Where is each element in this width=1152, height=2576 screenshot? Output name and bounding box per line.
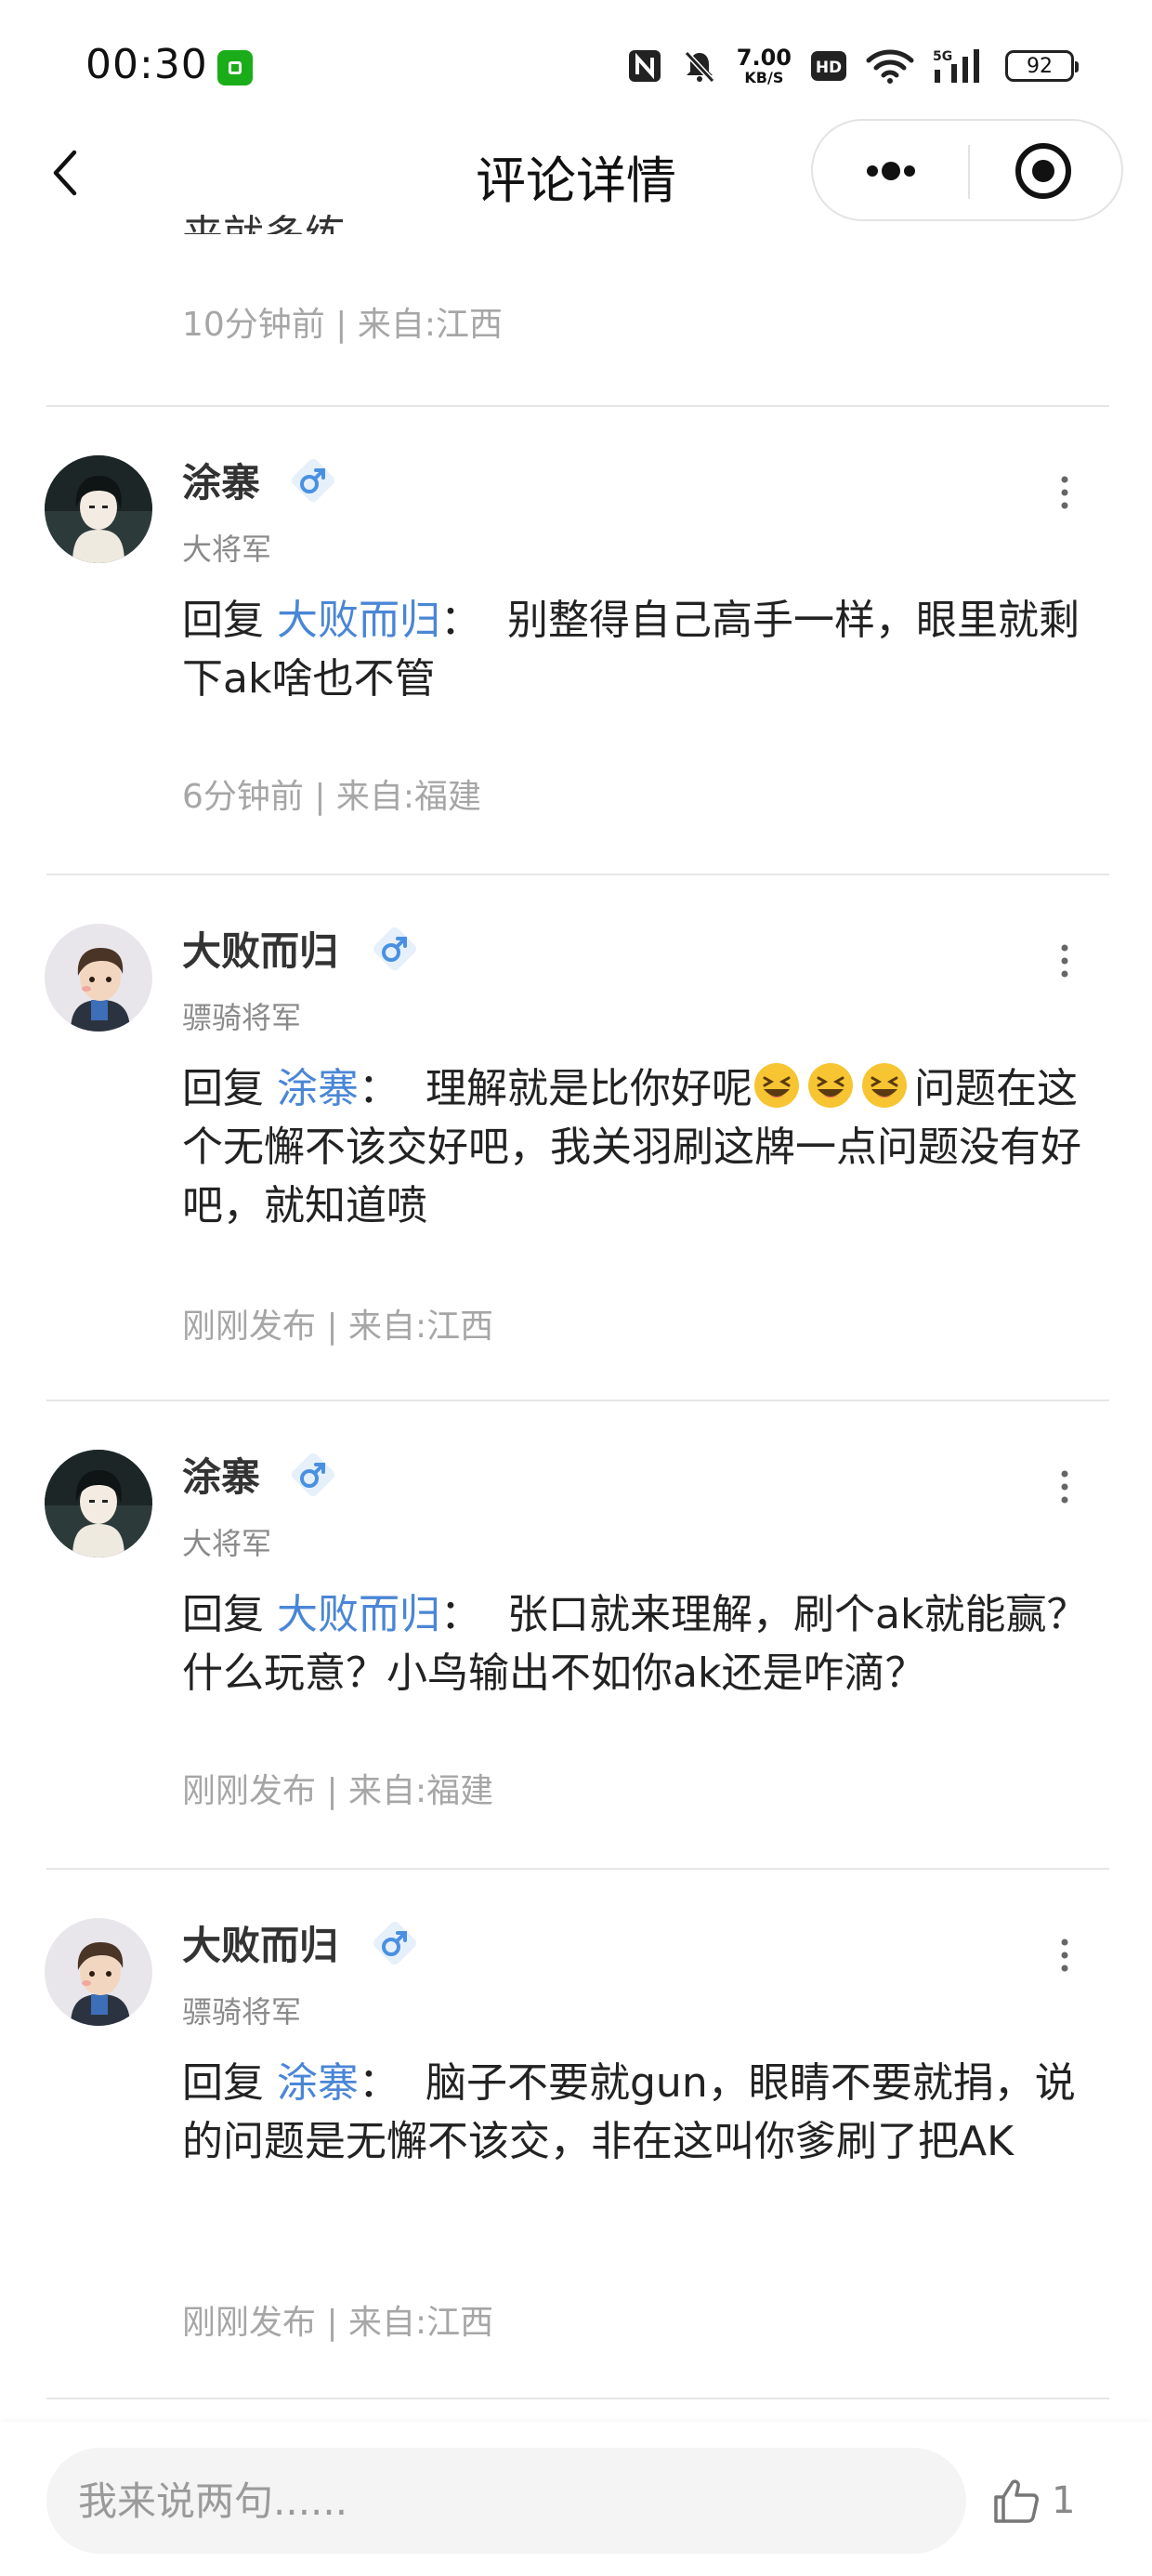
comment-text-partial: 来就多练 bbox=[182, 208, 346, 234]
male-gender-icon bbox=[292, 1453, 334, 1496]
avatar[interactable] bbox=[45, 1450, 152, 1557]
thumbs-up-icon bbox=[994, 2479, 1039, 2523]
comment-meta: 刚刚发布 | 来自:福建 bbox=[182, 1772, 494, 1810]
comment-body: 回复 大败而归： 别整得自己高手一样，眼里就剩下ak啥也不管 bbox=[182, 591, 1102, 708]
mute-bell-icon bbox=[684, 50, 714, 84]
comment-meta: 10分钟前 | 来自:江西 bbox=[182, 306, 503, 344]
comment-meta: 刚刚发布 | 来自:江西 bbox=[182, 1308, 494, 1346]
comment-input[interactable] bbox=[46, 2448, 966, 2554]
user-rank-title: 骠骑将军 bbox=[182, 1000, 302, 1035]
status-icons: 7.00 KB/S HD 5G 92 bbox=[627, 43, 1079, 89]
reply-prefix: 回复 bbox=[182, 597, 264, 644]
status-bar: 00:30 7.00 KB/S HD 5G 92 bbox=[0, 0, 1152, 130]
reply-separator: ： bbox=[359, 1065, 399, 1112]
more-dots-icon bbox=[867, 162, 915, 180]
comment-meta: 6分钟前 | 来自:福建 bbox=[182, 778, 482, 816]
comment-item: 大败而归 骠骑将军 回复 涂寨： 脑子不要就gun，眼睛不要就捐，说的问题是无懈不… bbox=[0, 1870, 1152, 2396]
user-rank-title: 大将军 bbox=[182, 532, 272, 567]
male-gender-icon bbox=[373, 1922, 416, 1965]
like-button[interactable]: 1 bbox=[990, 2468, 1130, 2533]
laughing-emoji-icon bbox=[808, 1063, 853, 1108]
more-options-button[interactable] bbox=[826, 134, 956, 208]
reply-prefix: 回复 bbox=[182, 1591, 264, 1638]
comment-item: 大败而归 骠骑将军 回复 涂寨： 理解就是比你好呢 问题在这个无懈不该交好吧，我关羽… bbox=[0, 875, 1152, 1400]
username[interactable]: 涂寨 bbox=[182, 1446, 260, 1503]
laughing-emoji-icon bbox=[754, 1063, 799, 1108]
battery-indicator: 92 bbox=[1005, 50, 1079, 82]
hd-icon: HD bbox=[811, 51, 846, 81]
mention-link[interactable]: 涂寨 bbox=[277, 1065, 359, 1112]
vertical-dots-icon bbox=[1061, 944, 1068, 978]
comment-list: 来就多练 10分钟前 | 来自:江西 涂寨 大将军 bbox=[0, 212, 1152, 2425]
comment-meta: 刚刚发布 | 来自:江西 bbox=[182, 2304, 494, 2342]
miniapp-capsule bbox=[811, 119, 1123, 221]
username[interactable]: 大败而归 bbox=[182, 1914, 338, 1971]
username[interactable]: 大败而归 bbox=[182, 920, 338, 977]
comment-more-button[interactable] bbox=[1046, 1459, 1083, 1515]
comment-item: 涂寨 大将军 回复 大败而归： 别整得自己高手一样，眼里就剩下ak啥也不管 6分钟… bbox=[0, 407, 1152, 872]
avatar[interactable] bbox=[45, 924, 152, 1032]
capsule-divider bbox=[968, 145, 970, 199]
comment-item: 涂寨 大将军 回复 大败而归： 张口就来理解，刷个ak就能赢？什么玩意？小鸟输出不… bbox=[0, 1401, 1152, 1866]
vertical-dots-icon bbox=[1061, 1470, 1068, 1504]
battery-level: 92 bbox=[1027, 54, 1053, 78]
vertical-dots-icon bbox=[1061, 476, 1068, 509]
vertical-dots-icon bbox=[1061, 1939, 1068, 1972]
username[interactable]: 涂寨 bbox=[182, 452, 260, 508]
male-gender-icon bbox=[373, 927, 416, 970]
bottom-action-bar: 1 bbox=[0, 2422, 1152, 2576]
wechat-pay-icon bbox=[217, 50, 253, 85]
avatar-anime-boy-image bbox=[45, 455, 152, 563]
comment-body: 回复 涂寨： 理解就是比你好呢 问题在这个无懈不该交好吧，我关羽刷这牌一点问题没有好… bbox=[182, 1059, 1102, 1235]
user-rank-title: 大将军 bbox=[182, 1526, 272, 1561]
avatar-cartoon-boy-image bbox=[45, 1918, 152, 2026]
network-speed: 7.00 KB/S bbox=[737, 46, 792, 85]
status-time: 00:30 bbox=[85, 41, 208, 88]
comment-body: 回复 涂寨： 脑子不要就gun，眼睛不要就捐，说的问题是无懈不该交，非在这叫你爹刷… bbox=[182, 2054, 1102, 2171]
reply-prefix: 回复 bbox=[182, 1065, 264, 1112]
mention-link[interactable]: 大败而归 bbox=[277, 1591, 440, 1638]
mention-link[interactable]: 涂寨 bbox=[277, 2059, 359, 2107]
avatar-cartoon-boy-image bbox=[45, 924, 152, 1032]
svg-text:5G: 5G bbox=[933, 49, 952, 64]
avatar[interactable] bbox=[45, 455, 152, 563]
divider bbox=[46, 2398, 1109, 2399]
svg-text:HD: HD bbox=[816, 59, 842, 77]
reply-separator: ： bbox=[440, 597, 481, 644]
comment-body: 回复 大败而归： 张口就来理解，刷个ak就能赢？什么玩意？小鸟输出不如你ak还是咋… bbox=[182, 1585, 1102, 1702]
avatar-anime-boy-image bbox=[45, 1450, 152, 1557]
user-rank-title: 骠骑将军 bbox=[182, 1994, 302, 2030]
reply-prefix: 回复 bbox=[182, 2059, 264, 2107]
nfc-icon bbox=[628, 50, 661, 82]
comment-text: 理解就是比你好呢 bbox=[425, 1065, 753, 1112]
laughing-emoji-icon bbox=[862, 1063, 907, 1108]
signal-5g-icon: 5G bbox=[933, 49, 979, 83]
wifi-icon bbox=[866, 49, 914, 84]
male-gender-icon bbox=[292, 459, 334, 502]
comment-more-button[interactable] bbox=[1046, 933, 1083, 989]
close-miniapp-button[interactable] bbox=[982, 134, 1112, 208]
target-circle-icon bbox=[1015, 143, 1071, 199]
reply-separator: ： bbox=[359, 2059, 399, 2107]
comment-more-button[interactable] bbox=[1046, 1927, 1083, 1983]
navigation-bar: 评论详情 bbox=[0, 119, 1152, 230]
like-count: 1 bbox=[1052, 2479, 1076, 2522]
network-speed-unit: KB/S bbox=[744, 69, 784, 86]
mention-link[interactable]: 大败而归 bbox=[277, 597, 440, 644]
comment-more-button[interactable] bbox=[1046, 465, 1083, 520]
avatar[interactable] bbox=[45, 1918, 152, 2026]
network-speed-value: 7.00 bbox=[736, 45, 792, 71]
reply-separator: ： bbox=[440, 1591, 481, 1638]
